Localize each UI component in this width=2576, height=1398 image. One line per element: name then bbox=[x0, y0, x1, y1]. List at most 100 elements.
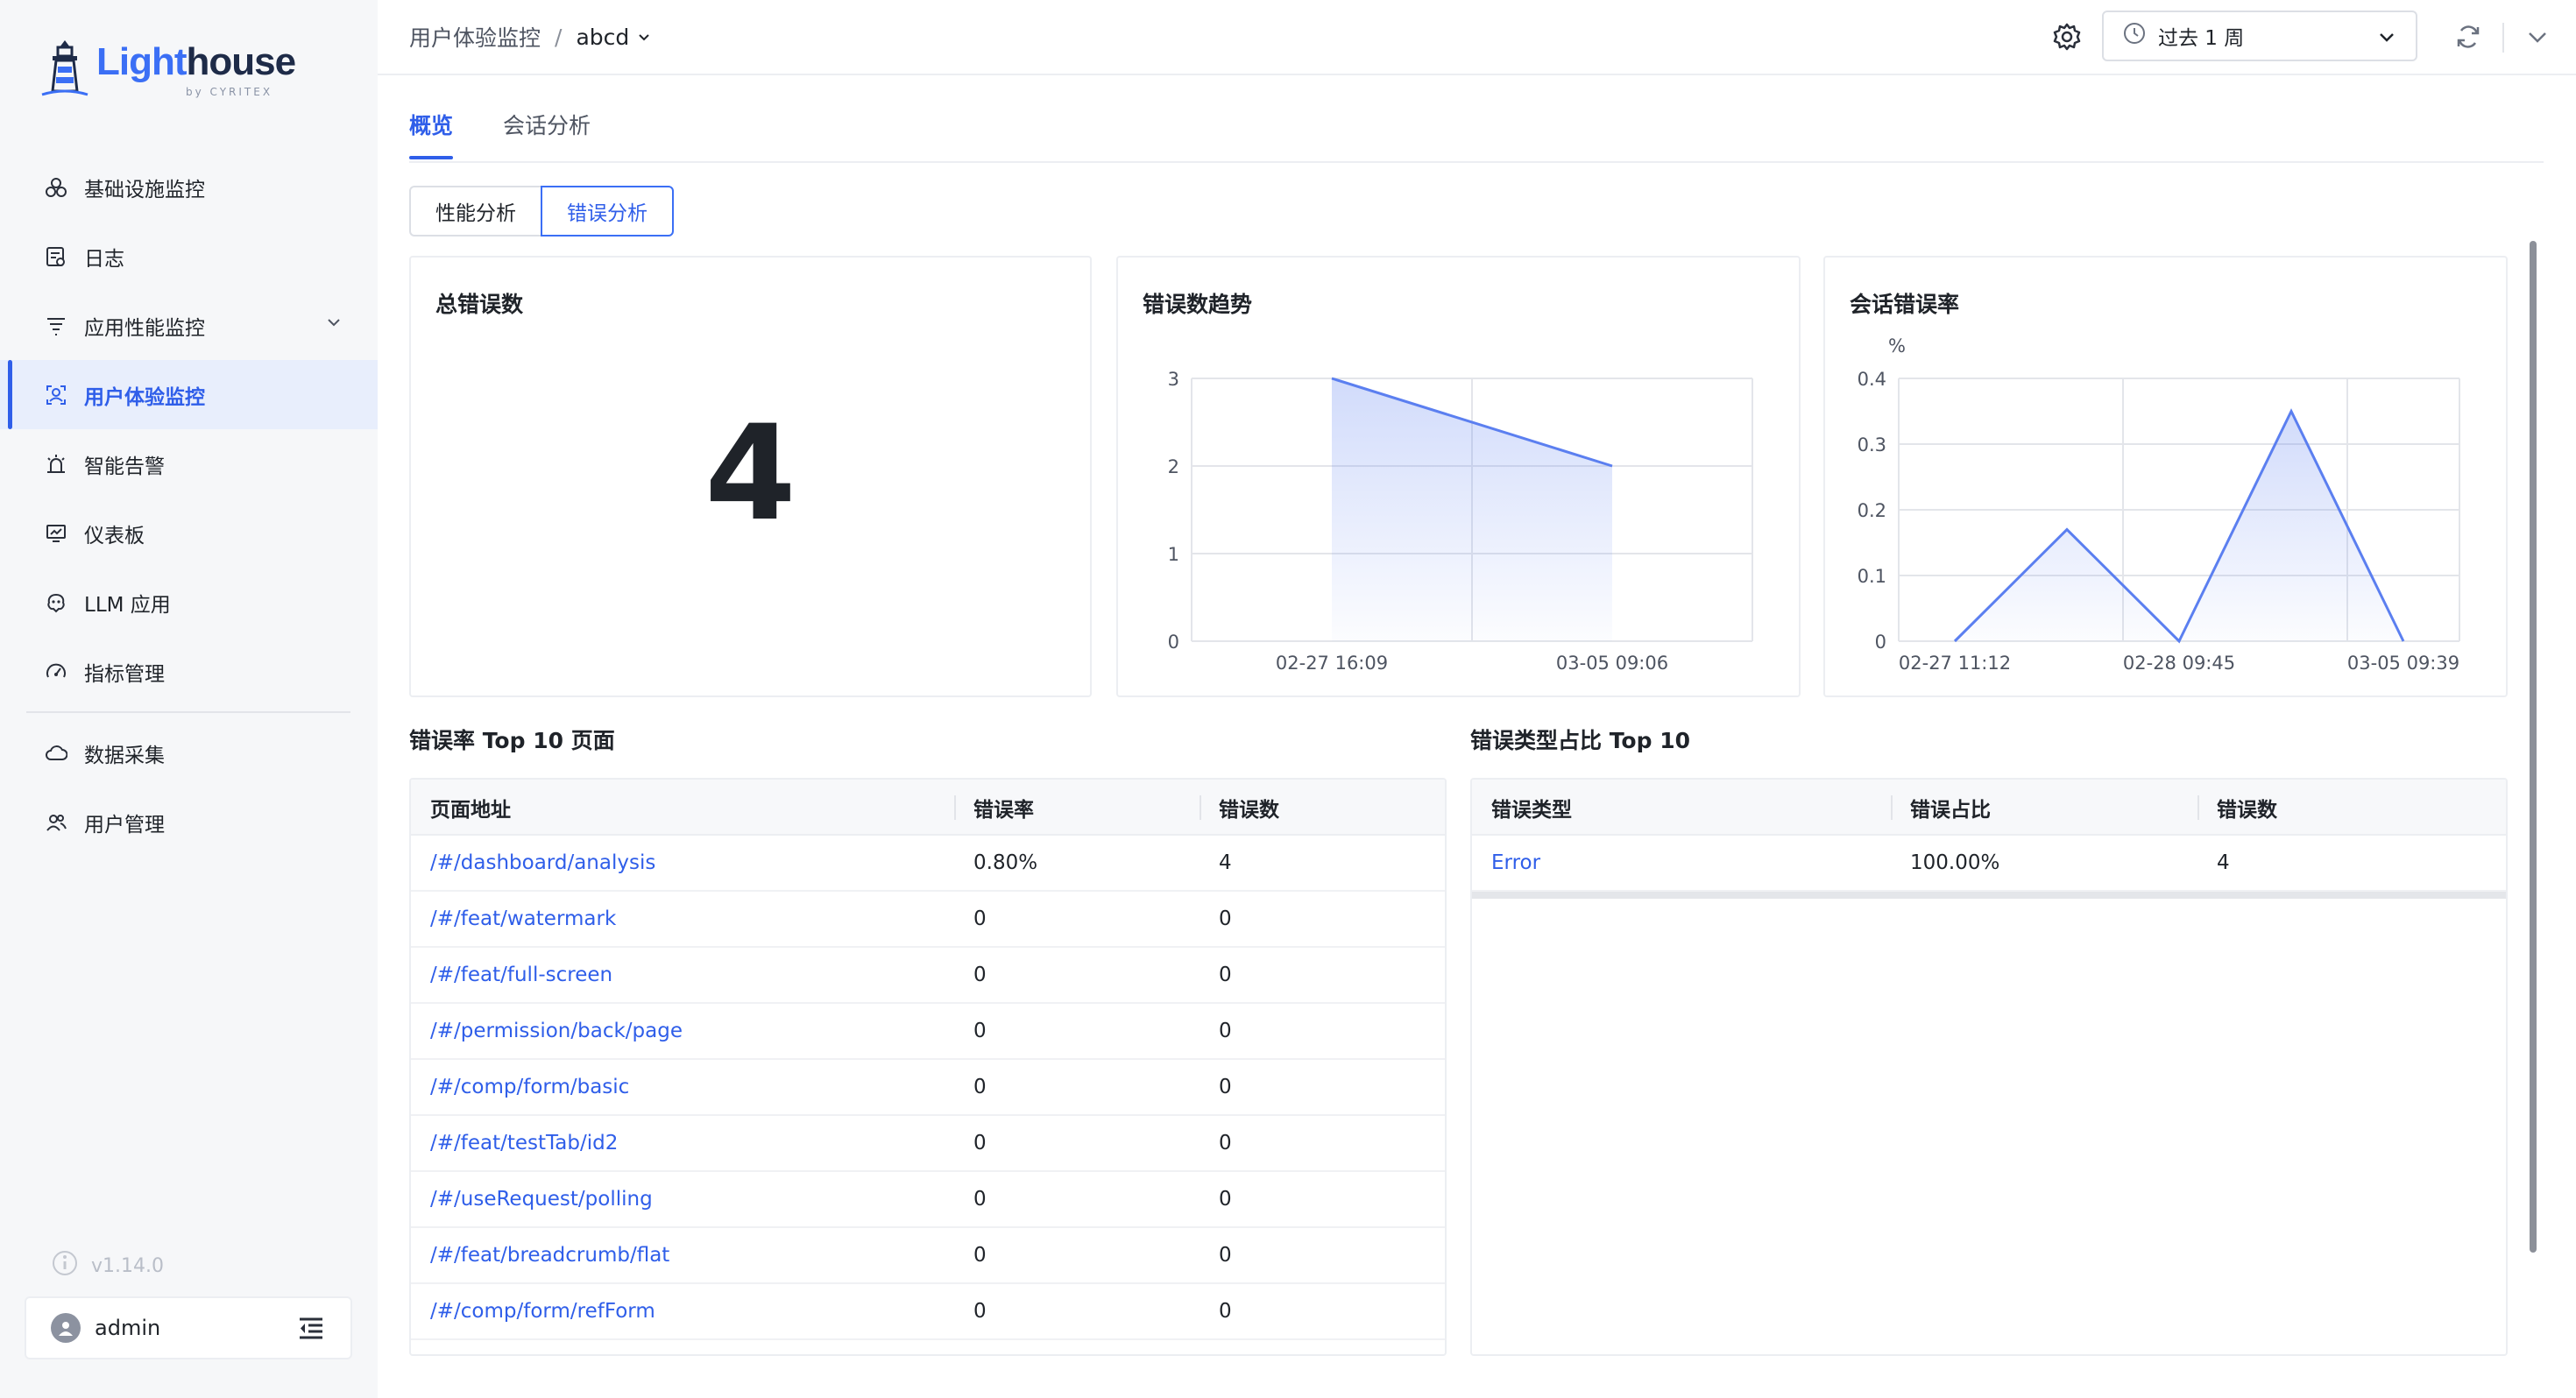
table-cell: 0 bbox=[973, 1132, 987, 1154]
main-tabs: 概览 会话分析 bbox=[409, 103, 2544, 163]
table-cell: 100.00% bbox=[1910, 851, 2000, 874]
table-cell-link[interactable]: Error bbox=[1472, 836, 1891, 890]
table-cell-link[interactable]: /#/feat/watermark bbox=[411, 892, 954, 946]
gear-icon[interactable] bbox=[2051, 21, 2083, 56]
table-row: /#/dashboard/analysis 0.80% 4 bbox=[411, 836, 1445, 892]
chevron-down-icon bbox=[2377, 28, 2396, 53]
sidebar-item-label: 仪表板 bbox=[84, 524, 145, 547]
table-row: /#/useRequest/polling 0 0 bbox=[411, 1172, 1445, 1228]
sidebar-item-label: 指标管理 bbox=[84, 662, 165, 686]
y-tick-label: 0 bbox=[1168, 632, 1179, 653]
x-tick-label: 02-27 16:09 bbox=[1276, 653, 1388, 674]
sidebar-item-dashboard[interactable]: 仪表板 bbox=[0, 498, 378, 568]
sidebar-item-apm[interactable]: 应用性能监控 bbox=[0, 291, 378, 360]
chevron-down-icon[interactable] bbox=[2526, 26, 2549, 53]
topbar-divider bbox=[2502, 23, 2504, 53]
sidebar-item-alarm[interactable]: 智能告警 bbox=[0, 429, 378, 498]
sidebar-item-data-collection[interactable]: 数据采集 bbox=[0, 718, 378, 787]
tab-session-analysis[interactable]: 会话分析 bbox=[503, 109, 591, 140]
table-cell: 0.80% bbox=[973, 851, 1038, 874]
segment-error-analysis[interactable]: 错误分析 bbox=[541, 186, 674, 237]
table-cell: 0 bbox=[1219, 1076, 1232, 1098]
avatar bbox=[51, 1313, 81, 1343]
table-cell: 0 bbox=[973, 1188, 987, 1211]
segment-performance-analysis[interactable]: 性能分析 bbox=[409, 186, 541, 237]
breadcrumb-current-app[interactable]: abcd bbox=[576, 25, 629, 50]
sidebar-nav: 基础设施监控 日志 应用性能监控 用户体验监控 智能告警 仪表板 LLM 应用 … bbox=[0, 152, 378, 857]
total-errors-title: 总错误数 bbox=[435, 292, 524, 317]
table-cell: 0 bbox=[1219, 1132, 1232, 1154]
chevron-down-icon[interactable] bbox=[325, 314, 343, 336]
breadcrumb-root[interactable]: 用户体验监控 bbox=[409, 21, 541, 53]
column-header-page-url[interactable]: 页面地址 bbox=[411, 780, 954, 836]
user-management-icon bbox=[44, 810, 68, 835]
table-row: /#/permission/back/page 0 0 bbox=[411, 1004, 1445, 1060]
lighthouse-icon bbox=[41, 40, 88, 96]
table-row: /#/comp/form/basic 0 0 bbox=[411, 1060, 1445, 1116]
sidebar-item-user-management[interactable]: 用户管理 bbox=[0, 787, 378, 857]
table-cell-link[interactable]: /#/feat/testTab/id2 bbox=[411, 1116, 954, 1170]
chevron-down-icon[interactable] bbox=[636, 25, 652, 50]
sidebar-item-user-experience[interactable]: 用户体验监控 bbox=[0, 360, 378, 429]
sidebar: Lighthouse by CYRITEX 基础设施监控 日志 应用性能监控 用… bbox=[0, 0, 378, 1398]
table-cell: 0 bbox=[973, 1076, 987, 1098]
version-info: v1.14.0 bbox=[51, 1249, 164, 1282]
table-cell-link[interactable]: /#/useRequest/polling bbox=[411, 1172, 954, 1226]
y-tick-label: 0.1 bbox=[1858, 566, 1886, 587]
app-root: Lighthouse by CYRITEX 基础设施监控 日志 应用性能监控 用… bbox=[0, 0, 2576, 1398]
column-header-error-share[interactable]: 错误占比 bbox=[1891, 780, 2197, 836]
logo-text: Lighthouse bbox=[96, 40, 296, 84]
error-trend-card: 错误数趋势 0 1 2 3 02-27 16:09 03-05 09:06 bbox=[1116, 256, 1801, 697]
column-header-error-count[interactable]: 错误数 bbox=[2197, 780, 2506, 836]
sidebar-item-metrics[interactable]: 指标管理 bbox=[0, 637, 378, 706]
clock-icon bbox=[2123, 22, 2146, 50]
user-menu[interactable]: admin bbox=[25, 1296, 352, 1359]
user-experience-icon bbox=[44, 383, 68, 407]
x-tick-label: 02-27 11:12 bbox=[1899, 653, 2011, 674]
table-cell-link[interactable]: /#/feat/full-screen bbox=[411, 948, 954, 1002]
sidebar-item-label: LLM 应用 bbox=[84, 593, 171, 617]
y-tick-label: 0.4 bbox=[1858, 369, 1886, 390]
table-row: /#/feat/watermark 0 0 bbox=[411, 892, 1445, 948]
table-cell-link[interactable]: /#/feat/breadcrumb/flat bbox=[411, 1228, 954, 1282]
time-range-select[interactable]: 过去 1 周 bbox=[2102, 11, 2417, 61]
table-row: /#/feat/full-screen 0 0 bbox=[411, 948, 1445, 1004]
vertical-scrollbar[interactable] bbox=[2530, 241, 2537, 1253]
dashboard-icon bbox=[44, 521, 68, 546]
x-tick-label: 02-28 09:45 bbox=[2123, 653, 2235, 674]
sidebar-item-label: 应用性能监控 bbox=[84, 316, 205, 340]
data-collection-icon bbox=[44, 741, 68, 766]
main-content: 用户体验监控 / abcd 过去 1 周 概览 会话分析 性能分析 错误分析 总… bbox=[378, 0, 2576, 1398]
table-cell-link[interactable]: /#/comp/form/basic bbox=[411, 1060, 954, 1114]
version-text: v1.14.0 bbox=[91, 1254, 164, 1277]
sidebar-item-log[interactable]: 日志 bbox=[0, 222, 378, 291]
table-cell-link[interactable]: /#/dashboard/analysis bbox=[411, 836, 954, 890]
table-row: Error 100.00% 4 bbox=[1472, 836, 2506, 892]
error-types-title: 错误类型占比 Top 10 bbox=[1470, 728, 1691, 753]
sidebar-item-infrastructure[interactable]: 基础设施监控 bbox=[0, 152, 378, 222]
error-types-table: 错误类型 错误占比 错误数 Error 100.00% 4 bbox=[1470, 778, 2508, 1356]
metrics-icon bbox=[44, 660, 68, 684]
column-header-error-count[interactable]: 错误数 bbox=[1200, 780, 1445, 836]
x-tick-label: 03-05 09:39 bbox=[2347, 653, 2459, 674]
sidebar-item-llm[interactable]: LLM 应用 bbox=[0, 568, 378, 637]
horizontal-scrollbar[interactable] bbox=[1472, 892, 2506, 899]
table-body: Error 100.00% 4 bbox=[1472, 836, 2506, 892]
tab-active-indicator bbox=[409, 156, 453, 159]
table-cell-link[interactable]: /#/permission/back/page bbox=[411, 1004, 954, 1058]
column-header-error-type[interactable]: 错误类型 bbox=[1472, 780, 1891, 836]
table-cell: 0 bbox=[1219, 1188, 1232, 1211]
table-cell: 0 bbox=[973, 964, 987, 986]
x-tick-label: 03-05 09:06 bbox=[1556, 653, 1668, 674]
logo-text-light: Light bbox=[96, 40, 188, 83]
table-cell: 0 bbox=[1219, 907, 1232, 930]
collapse-sidebar-icon[interactable] bbox=[298, 1316, 324, 1344]
session-error-rate-card: 会话错误率 0 0.1 0.2 0.3 0.4 02-27 11:12 02-28 09:4… bbox=[1823, 256, 2508, 697]
table-row: /#/feat/testTab/id2 0 0 bbox=[411, 1116, 1445, 1172]
series-area bbox=[1955, 411, 2403, 641]
tab-overview[interactable]: 概览 bbox=[409, 109, 453, 140]
table-cell-link[interactable]: /#/comp/form/refForm bbox=[411, 1284, 954, 1338]
refresh-icon[interactable] bbox=[2454, 23, 2482, 54]
column-header-error-rate[interactable]: 错误率 bbox=[954, 780, 1200, 836]
y-tick-label: 1 bbox=[1168, 544, 1179, 565]
